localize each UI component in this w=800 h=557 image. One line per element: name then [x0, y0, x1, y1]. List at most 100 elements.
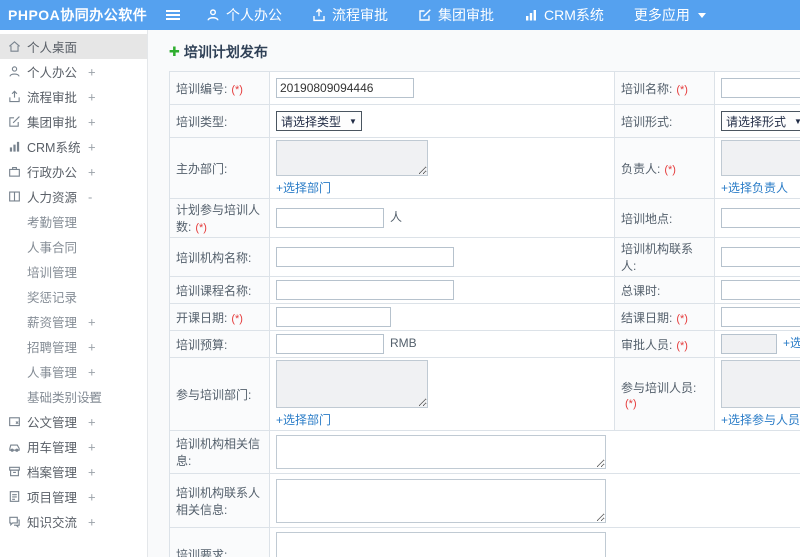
currency-suffix: RMB — [390, 336, 417, 351]
top-header: PHPOA协同办公软件 个人办公 流程审批 集团审批 CRM系统 更多应用 — [0, 0, 800, 30]
sidebar-item-workflow-approval[interactable]: 流程审批 + — [0, 84, 147, 109]
sidebar-item-recruitment-management[interactable]: 招聘管理 + — [0, 334, 147, 359]
sidebar-item-hr-contracts[interactable]: 人事合同 — [0, 234, 147, 259]
training-no-input[interactable] — [276, 78, 414, 98]
expand-indicator[interactable]: + — [88, 114, 96, 129]
sidebar-item-label: 项目管理 — [27, 491, 78, 505]
approver-input[interactable] — [721, 334, 777, 354]
select-dept-link[interactable]: +选择部门 — [276, 179, 331, 196]
expand-indicator[interactable]: + — [88, 389, 96, 404]
participating-depts-textarea[interactable] — [276, 360, 428, 408]
sidebar-item-personnel-management[interactable]: 人事管理 + — [0, 359, 147, 384]
leader-label: 负责人: (*) — [614, 137, 715, 199]
home-icon — [8, 40, 22, 54]
leader-textarea[interactable] — [721, 140, 800, 176]
participants-textarea[interactable] — [721, 360, 800, 408]
sidebar-item-archive-management[interactable]: 档案管理 + — [0, 459, 147, 484]
planned-participants-input[interactable] — [276, 208, 384, 228]
requirements-textarea[interactable] — [276, 532, 606, 557]
main-content: ✚ 培训计划发布 培训编号:(*) 培训名称:(*) 培训类型: 请选择类型 ▼ … — [149, 30, 800, 557]
sidebar-item-personal-desktop[interactable]: 个人桌面 — [0, 34, 147, 59]
approval-icon — [8, 115, 22, 129]
total-hours-label: 总课时: — [614, 276, 715, 304]
training-type-select[interactable]: 请选择类型 ▼ — [276, 111, 362, 131]
nav-label: CRM系统 — [544, 7, 604, 23]
expand-indicator[interactable]: + — [88, 414, 96, 429]
sidebar-item-label: 知识交流 — [27, 516, 78, 530]
expand-indicator[interactable]: + — [88, 439, 96, 454]
approver-label: 审批人员: (*) — [614, 330, 715, 358]
nav-label: 集团审批 — [438, 7, 494, 23]
org-info-textarea[interactable] — [276, 435, 606, 469]
expand-indicator[interactable]: + — [88, 164, 96, 179]
start-date-label: 开课日期: (*) — [169, 303, 270, 331]
unit-suffix: 人 — [390, 210, 403, 225]
select-participants-link[interactable]: +选择参与人员 — [721, 411, 800, 428]
collapse-indicator[interactable]: - — [88, 189, 92, 204]
sidebar-item-training-management[interactable]: 培训管理 — [0, 259, 147, 284]
start-date-input[interactable] — [276, 307, 391, 327]
org-name-input[interactable] — [276, 247, 454, 267]
sidebar-item-label: CRM系统 — [27, 141, 81, 155]
select-approver-link[interactable]: +选择审批人员 — [783, 336, 800, 350]
user-icon — [206, 8, 220, 22]
nav-crm-system[interactable]: CRM系统 — [524, 5, 604, 25]
select-leader-link[interactable]: +选择负责人 — [721, 179, 788, 196]
required-mark: (*) — [664, 163, 676, 176]
host-dept-textarea[interactable] — [276, 140, 428, 176]
selected-option: 请选择类型 — [281, 114, 342, 129]
expand-indicator[interactable]: + — [88, 364, 96, 379]
requirements-label: 培训要求: — [169, 527, 270, 557]
select-dept-link[interactable]: +选择部门 — [276, 411, 331, 428]
page-title: ✚ 培训计划发布 — [169, 42, 800, 62]
nav-workflow-approval[interactable]: 流程审批 — [312, 5, 388, 25]
nav-more-apps[interactable]: 更多应用 — [634, 5, 706, 25]
sidebar-item-vehicle-management[interactable]: 用车管理 + — [0, 434, 147, 459]
expand-indicator[interactable]: + — [88, 89, 96, 104]
expand-indicator[interactable]: + — [88, 64, 96, 79]
sidebar-item-label: 行政办公 — [27, 166, 78, 180]
sidebar-item-reward-punishment-records[interactable]: 奖惩记录 — [0, 284, 147, 309]
org-contact-info-textarea[interactable] — [276, 478, 606, 523]
expand-indicator[interactable]: + — [88, 464, 96, 479]
nav-group-approval[interactable]: 集团审批 — [418, 5, 494, 25]
total-hours-input[interactable] — [721, 280, 800, 300]
sidebar-item-base-category-settings[interactable]: 基础类别设置 + — [0, 384, 147, 409]
sidebar-item-label: 薪资管理 — [27, 316, 78, 330]
hamburger-icon — [165, 9, 181, 21]
sidebar-item-admin-office[interactable]: 行政办公 + — [0, 159, 147, 184]
org-info-label: 培训机构相关信息: — [169, 430, 270, 474]
sidebar-item-salary-management[interactable]: 薪资管理 + — [0, 309, 147, 334]
expand-indicator[interactable]: + — [88, 139, 96, 154]
sidebar-item-attendance-management[interactable]: 考勤管理 — [0, 209, 147, 234]
sidebar-item-label: 个人桌面 — [27, 41, 78, 55]
end-date-input[interactable] — [721, 307, 800, 327]
sidebar-item-group-approval[interactable]: 集团审批 + — [0, 109, 147, 134]
sidebar-item-label: 招聘管理 — [27, 341, 78, 355]
expand-indicator[interactable]: + — [88, 514, 96, 529]
sidebar-item-personal-office[interactable]: 个人办公 + — [0, 59, 147, 84]
expand-indicator[interactable]: + — [88, 339, 96, 354]
caret-down-icon — [697, 12, 706, 18]
user-icon — [8, 65, 22, 79]
briefcase-icon — [8, 165, 22, 179]
sidebar-item-knowledge-exchange[interactable]: 知识交流 + — [0, 509, 147, 534]
sidebar-item-label: 培训管理 — [27, 266, 78, 280]
training-name-input[interactable] — [721, 78, 800, 98]
required-mark: (*) — [231, 312, 243, 325]
menu-toggle-button[interactable] — [156, 9, 190, 21]
budget-input[interactable] — [276, 334, 384, 354]
sidebar-item-human-resources[interactable]: 人力资源 - — [0, 184, 147, 209]
sidebar-item-crm-system[interactable]: CRM系统 + — [0, 134, 147, 159]
training-form-select[interactable]: 请选择形式 ▼ — [721, 111, 800, 131]
location-input[interactable] — [721, 208, 800, 228]
hr-book-icon — [8, 190, 22, 204]
sidebar-item-project-management[interactable]: 项目管理 + — [0, 484, 147, 509]
sidebar-item-label: 人事管理 — [27, 366, 78, 380]
expand-indicator[interactable]: + — [88, 314, 96, 329]
sidebar-item-document-management[interactable]: 公文管理 + — [0, 409, 147, 434]
course-name-input[interactable] — [276, 280, 454, 300]
org-contact-input[interactable] — [721, 247, 800, 267]
nav-personal-office[interactable]: 个人办公 — [206, 5, 282, 25]
expand-indicator[interactable]: + — [88, 489, 96, 504]
